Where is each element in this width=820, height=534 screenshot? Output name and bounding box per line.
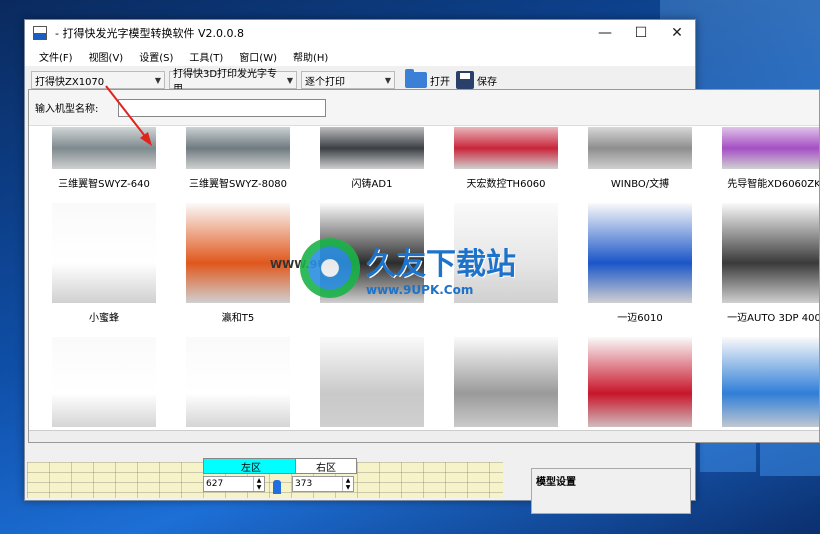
machine-name: 一迈6010 — [617, 313, 663, 324]
watermark-cn: 久友下载站 — [366, 247, 516, 282]
red-arrow-icon — [105, 85, 152, 146]
save-icon — [456, 71, 474, 89]
machine-card[interactable]: 一迈6010 — [575, 203, 705, 343]
machine-name: 一迈AUTO 3DP 400 — [727, 313, 819, 324]
machine-thumbnail — [454, 127, 558, 169]
menu-bar: 文件(F) 视图(V) 设置(S) 工具(T) 窗口(W) 帮助(H) — [25, 46, 695, 66]
minimize-button[interactable]: — — [587, 20, 623, 46]
chevron-down-icon: ▼ — [384, 75, 391, 85]
machine-card[interactable] — [173, 337, 303, 427]
open-button[interactable]: 打开 — [405, 69, 450, 88]
model-settings-panel: 模型设置 — [531, 468, 691, 514]
machine-name: 三维翼智SWYZ-640 — [58, 179, 150, 190]
material-select[interactable]: 打得快3D打印发光字专用 ▼ — [169, 69, 297, 95]
machine-thumbnail — [454, 337, 558, 427]
search-label: 输入机型名称: — [35, 104, 99, 115]
machine-thumbnail — [722, 127, 819, 169]
menu-tools[interactable]: 工具(T) — [181, 49, 231, 64]
machine-select-value: 打得快ZX1070 — [35, 76, 105, 88]
machine-card[interactable]: 一迈AUTO 3DP 400 — [709, 203, 819, 343]
watermark-logo-icon — [300, 238, 360, 298]
machine-thumbnail — [722, 337, 819, 427]
machine-thumbnail — [320, 337, 424, 427]
machine-name: WINBO/文搏 — [610, 179, 670, 190]
maximize-button[interactable]: ☐ — [623, 20, 659, 46]
watermark-text: 久友下载站 www.9UPK.Com — [366, 239, 516, 297]
model-settings-title: 模型设置 — [536, 477, 576, 488]
machine-card[interactable]: 瀛和T5 — [173, 203, 303, 343]
machine-name: 先导智能XD6060ZK — [727, 179, 819, 190]
watermark-url: www.9UPK.Com — [366, 283, 474, 297]
right-zone-spinner[interactable]: 373 ▲ ▼ — [292, 476, 354, 492]
print-mode-select[interactable]: 逐个打印 ▼ — [301, 71, 395, 89]
save-button[interactable]: 保存 — [456, 71, 497, 89]
machine-card[interactable] — [307, 337, 437, 427]
window-controls: — ☐ ✕ — [587, 20, 695, 46]
machine-card[interactable] — [575, 337, 705, 427]
menu-view[interactable]: 视图(V) — [81, 49, 132, 64]
window-title: - 打得快发光字模型转换软件 V2.0.0.8 — [55, 27, 244, 40]
machine-thumbnail — [186, 337, 290, 427]
machine-thumbnail — [722, 203, 819, 303]
menu-settings[interactable]: 设置(S) — [131, 49, 181, 64]
machine-thumbnail — [186, 127, 290, 169]
spinner-arrows-icon[interactable]: ▲ ▼ — [253, 477, 264, 491]
app-icon — [33, 26, 47, 40]
close-button[interactable]: ✕ — [659, 20, 695, 46]
left-zone-value: 627 — [206, 479, 224, 489]
machine-thumbnail — [588, 337, 692, 427]
spinner-arrows-icon[interactable]: ▲ ▼ — [342, 477, 353, 491]
dialog-scrollbar[interactable] — [29, 430, 819, 442]
right-zone-value: 373 — [295, 479, 313, 489]
machine-thumbnail — [320, 127, 424, 169]
machine-name: 天宏数控TH6060 — [466, 179, 546, 190]
machine-thumbnail — [186, 203, 290, 303]
machine-card[interactable] — [39, 337, 169, 427]
machine-thumbnail — [588, 203, 692, 303]
print-mode-value: 逐个打印 — [305, 76, 345, 88]
workspace-bottom: 左区 右区 627 ▲ ▼ 373 ▲ ▼ 模型设置 — [25, 450, 695, 514]
open-label: 打开 — [430, 76, 450, 88]
zone-marker-icon[interactable] — [273, 480, 281, 494]
watermark: 久友下载站 www.9UPK.Com — [300, 238, 516, 298]
chevron-down-icon: ▼ — [286, 75, 293, 85]
machine-name: 闪铸AD1 — [351, 179, 393, 190]
left-zone-tab[interactable]: 左区 — [203, 458, 299, 474]
machine-card[interactable] — [441, 337, 571, 427]
menu-file[interactable]: 文件(F) — [31, 49, 81, 64]
machine-card[interactable] — [709, 337, 819, 427]
folder-icon — [405, 69, 427, 88]
machine-thumbnail — [52, 337, 156, 427]
machine-name: 三维翼智SWYZ-8080 — [188, 179, 288, 190]
title-bar[interactable]: - 打得快发光字模型转换软件 V2.0.0.8 — ☐ ✕ — [25, 20, 695, 46]
machine-thumbnail — [588, 127, 692, 169]
save-label: 保存 — [477, 76, 497, 88]
machine-thumbnail — [52, 203, 156, 303]
machine-card[interactable]: 小蜜蜂 — [39, 203, 169, 343]
menu-help[interactable]: 帮助(H) — [285, 49, 336, 64]
menu-window[interactable]: 窗口(W) — [231, 49, 285, 64]
left-zone-spinner[interactable]: 627 ▲ ▼ — [203, 476, 265, 492]
machine-name: 瀛和T5 — [221, 313, 255, 324]
machine-name: 小蜜蜂 — [89, 313, 119, 324]
right-zone-tab[interactable]: 右区 — [295, 458, 357, 474]
